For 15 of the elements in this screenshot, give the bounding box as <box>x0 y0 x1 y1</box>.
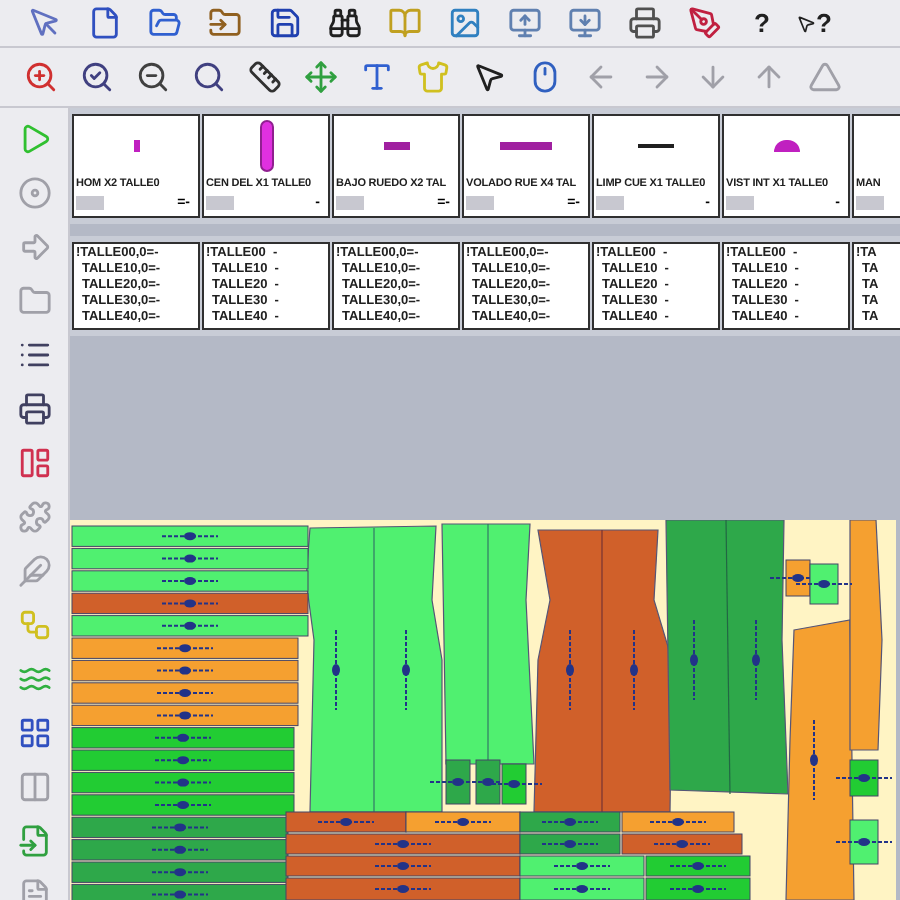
piece-preview-icon <box>133 140 139 152</box>
quantity-field[interactable] <box>596 196 624 210</box>
quantity-field[interactable] <box>76 196 104 210</box>
piece-preview-icon <box>773 140 799 152</box>
help-button[interactable]: ? <box>740 3 784 43</box>
quantity-field[interactable] <box>856 196 884 210</box>
quantity-field[interactable] <box>466 196 494 210</box>
quantity-field[interactable] <box>336 196 364 210</box>
piece-preview-icon <box>259 120 273 172</box>
pointer-icon <box>796 13 816 33</box>
piece-preview-icon <box>500 142 552 150</box>
piece-preview-icon <box>383 142 409 150</box>
quantity-field[interactable] <box>726 196 754 210</box>
quantity-field[interactable] <box>206 196 234 210</box>
context-help-button[interactable]: ? <box>796 3 844 43</box>
